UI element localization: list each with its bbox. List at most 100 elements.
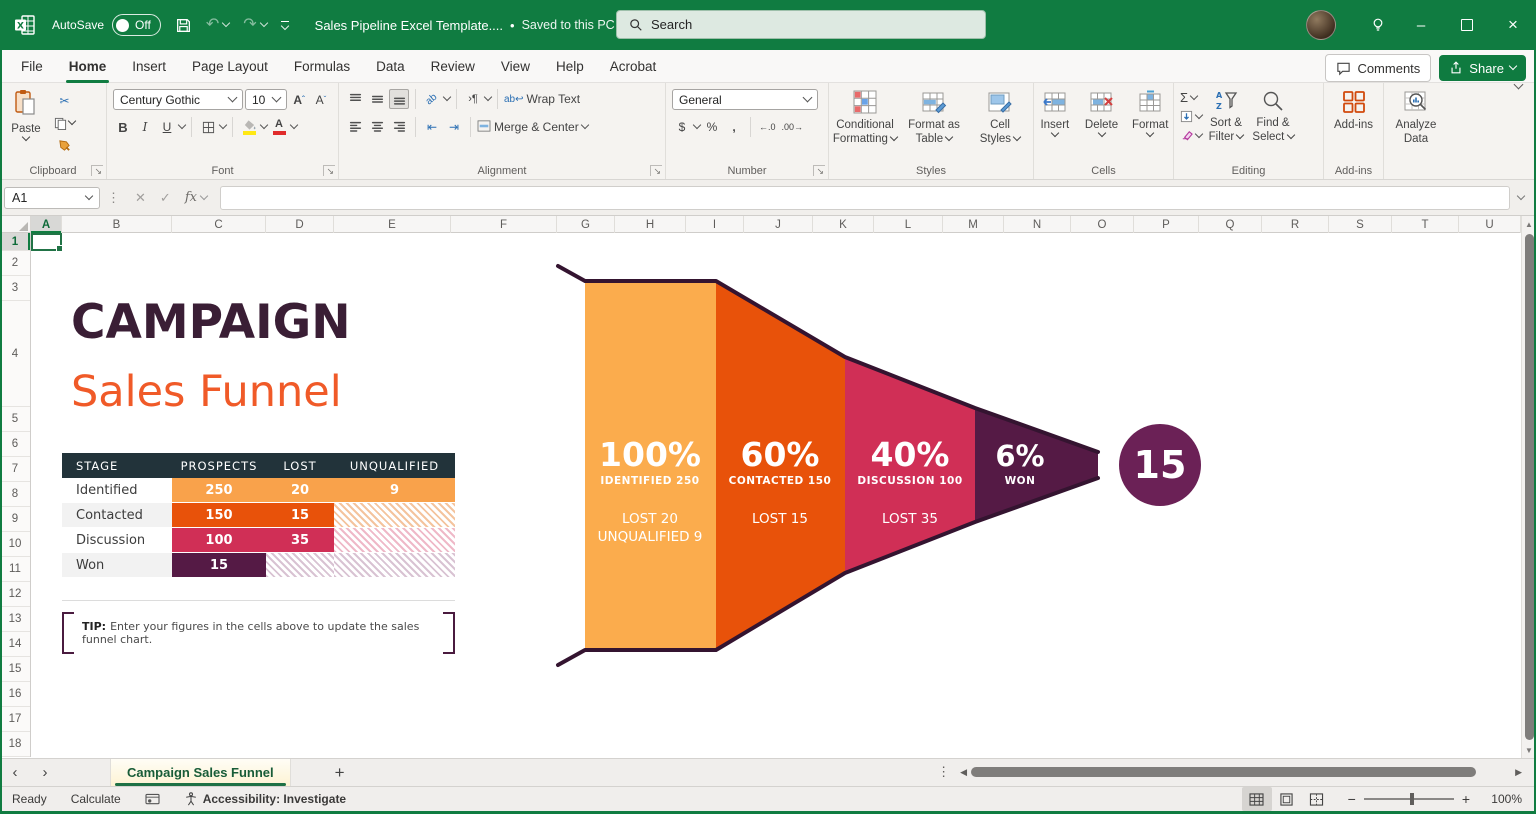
align-center-icon[interactable]	[367, 117, 387, 137]
horizontal-scroll-thumb[interactable]	[971, 767, 1476, 777]
row-header-15[interactable]: 15	[0, 657, 30, 682]
currency-chevron-icon[interactable]	[693, 121, 701, 129]
tab-page-layout[interactable]: Page Layout	[179, 50, 281, 83]
column-header-H[interactable]: H	[615, 216, 686, 233]
zoom-level[interactable]: 100%	[1480, 792, 1536, 806]
percent-format-icon[interactable]: %	[702, 117, 722, 137]
row-header-6[interactable]: 6	[0, 432, 30, 457]
grid-canvas[interactable]: CAMPAIGN Sales Funnel STAGEPROSPECTSLOST…	[31, 233, 1521, 758]
row-header-18[interactable]: 18	[0, 732, 30, 757]
tab-review[interactable]: Review	[418, 50, 488, 83]
row-header-4[interactable]: 4	[0, 301, 30, 407]
font-color-chevron-icon[interactable]	[290, 121, 298, 129]
tab-insert[interactable]: Insert	[119, 50, 179, 83]
column-header-S[interactable]: S	[1329, 216, 1392, 233]
column-header-L[interactable]: L	[874, 216, 943, 233]
new-sheet-button[interactable]: +	[335, 763, 345, 783]
undo-button[interactable]: ↶	[206, 17, 219, 33]
cell-styles-button[interactable]: CellStyles	[970, 89, 1030, 159]
row-header-5[interactable]: 5	[0, 407, 30, 432]
page-break-view-button[interactable]	[1302, 787, 1332, 811]
text-direction-chevron-icon[interactable]	[484, 93, 492, 101]
increase-decimal-icon[interactable]: ←.0	[757, 117, 778, 137]
text-direction-icon[interactable]: ›¶	[463, 89, 483, 109]
tab-acrobat[interactable]: Acrobat	[597, 50, 670, 83]
comma-format-icon[interactable]: ,	[724, 117, 744, 137]
column-header-I[interactable]: I	[686, 216, 744, 233]
align-top-icon[interactable]	[345, 89, 365, 109]
row-header-7[interactable]: 7	[0, 457, 30, 482]
row-header-12[interactable]: 12	[0, 582, 30, 607]
align-right-icon[interactable]	[389, 117, 409, 137]
align-middle-icon[interactable]	[367, 89, 387, 109]
column-header-F[interactable]: F	[451, 216, 557, 233]
macro-record-icon[interactable]	[133, 787, 172, 811]
name-box[interactable]: A1	[4, 187, 100, 209]
save-button[interactable]	[175, 17, 192, 34]
column-header-O[interactable]: O	[1071, 216, 1134, 233]
row-header-10[interactable]: 10	[0, 532, 30, 557]
font-dialog-launcher-icon[interactable]: ↘	[323, 165, 335, 176]
feedback-lightbulb-icon[interactable]	[1358, 0, 1398, 50]
redo-menu-chevron-icon[interactable]	[259, 19, 267, 27]
tab-formulas[interactable]: Formulas	[281, 50, 363, 83]
number-dialog-launcher-icon[interactable]: ↘	[813, 165, 825, 176]
underline-chevron-icon[interactable]	[178, 121, 186, 129]
row-header-8[interactable]: 8	[0, 482, 30, 507]
row-header-1[interactable]: 1	[0, 233, 30, 251]
currency-format-icon[interactable]: $	[672, 117, 692, 137]
decrease-font-icon[interactable]: Aˇ	[311, 90, 331, 110]
italic-button[interactable]: I	[135, 117, 155, 137]
clipboard-dialog-launcher-icon[interactable]: ↘	[91, 165, 103, 176]
zoom-slider[interactable]	[1364, 798, 1454, 800]
insert-cells-button[interactable]: Insert	[1034, 89, 1076, 159]
decrease-indent-icon[interactable]: ⇤	[422, 117, 442, 137]
sort-filter-button[interactable]: AZ Sort &Filter	[1204, 88, 1248, 159]
fill-button[interactable]	[1180, 107, 1202, 126]
value-cell-lost[interactable]: 15	[266, 503, 334, 527]
formula-bar-splitter[interactable]: ⋮	[107, 190, 121, 206]
stage-cell[interactable]: Discussion	[62, 528, 172, 552]
prev-sheet-icon[interactable]: ‹	[0, 764, 30, 781]
conditional-formatting-button[interactable]: ConditionalFormatting	[832, 89, 898, 159]
value-cell-lost[interactable]	[266, 553, 334, 577]
row-header-11[interactable]: 11	[0, 557, 30, 582]
tab-splitter-icon[interactable]: ⋮	[937, 764, 950, 780]
tab-view[interactable]: View	[488, 50, 543, 83]
redo-button[interactable]: ↷	[243, 17, 256, 33]
funnel-chart[interactable]: 100%IDENTIFIED 250LOST 20UNQUALIFIED 960…	[550, 255, 1210, 675]
confirm-entry-icon[interactable]: ✓	[153, 190, 178, 206]
autosum-button[interactable]: Σ	[1180, 88, 1202, 107]
customize-qat-button[interactable]	[281, 21, 289, 29]
stage-cell[interactable]: Identified	[62, 478, 172, 502]
page-layout-view-button[interactable]	[1272, 787, 1302, 811]
share-button[interactable]: Share	[1439, 55, 1526, 81]
value-cell-prospects[interactable]: 15	[172, 553, 266, 577]
value-cell-unqualified[interactable]	[334, 503, 455, 527]
zoom-slider-thumb[interactable]	[1410, 793, 1414, 805]
font-color-icon[interactable]: A	[269, 117, 289, 137]
increase-font-icon[interactable]: Aˆ	[289, 90, 309, 110]
copy-icon[interactable]	[52, 113, 77, 133]
stage-cell[interactable]: Contacted	[62, 503, 172, 527]
value-cell-unqualified[interactable]	[334, 528, 455, 552]
underline-button[interactable]: U	[157, 117, 177, 137]
column-header-K[interactable]: K	[813, 216, 874, 233]
paste-button[interactable]: Paste	[0, 87, 52, 159]
scroll-right-icon[interactable]: ▶	[1515, 767, 1522, 778]
next-sheet-icon[interactable]: ›	[30, 764, 60, 781]
wrap-text-button[interactable]: ab↩ Wrap Text	[504, 90, 580, 109]
column-header-A[interactable]: A	[31, 216, 62, 233]
align-bottom-icon[interactable]	[389, 89, 409, 109]
value-cell-unqualified[interactable]	[334, 553, 455, 577]
orientation-icon[interactable]: ab	[422, 89, 442, 109]
tab-help[interactable]: Help	[543, 50, 597, 83]
autosave-toggle[interactable]: Off	[112, 14, 161, 36]
delete-cells-button[interactable]: Delete	[1080, 89, 1124, 159]
formula-input[interactable]	[220, 186, 1510, 210]
undo-menu-chevron-icon[interactable]	[222, 19, 230, 27]
row-header-3[interactable]: 3	[0, 276, 30, 301]
column-header-M[interactable]: M	[943, 216, 1004, 233]
font-size-select[interactable]: 10	[245, 89, 287, 110]
find-select-button[interactable]: Find &Select	[1250, 88, 1296, 159]
